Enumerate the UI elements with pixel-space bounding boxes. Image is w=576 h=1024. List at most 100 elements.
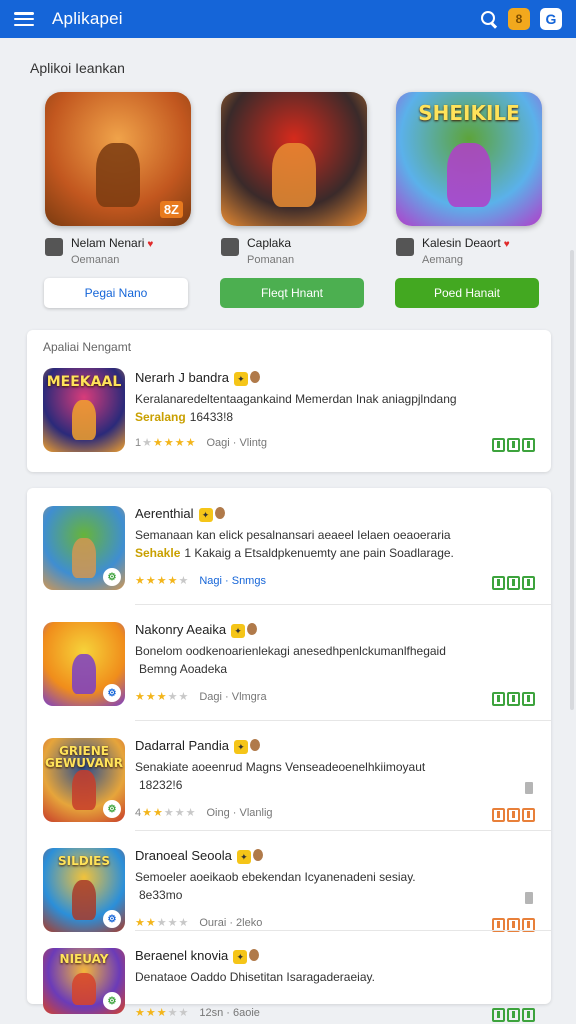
app-description-sub: 18232!6: [139, 778, 183, 792]
recommended-card: Apaliai Nengamt MEEKAAL Nerarh J bandra ✦…: [27, 330, 551, 472]
list-item[interactable]: ⚙ Nakonry Aeaika ✦ Bonelom oodkenoarienleka…: [27, 618, 551, 714]
rating-stars: 1★★★★★: [135, 437, 197, 449]
app-icon[interactable]: ⚙: [43, 622, 125, 706]
app-title: Beraenel knovia ✦: [135, 948, 260, 964]
app-bar: Aplikapei 8 G: [0, 0, 576, 38]
badge-icon: ✦: [231, 624, 246, 638]
app-title: Aerenthial ✦: [135, 506, 225, 522]
platform-icon: ⚙: [103, 684, 121, 702]
badge-icon: [249, 949, 260, 961]
app-meta: 1★★★★★ Oagi · Vlintg: [135, 436, 267, 450]
art-figure: [71, 879, 97, 921]
featured-card[interactable]: Caplaka Pomanan: [221, 92, 371, 266]
app-icon[interactable]: GRIENE GEWUVANR ⚙: [43, 738, 125, 822]
art-title-text: SILDIES: [57, 853, 111, 868]
platform-icon: ⚙: [103, 568, 121, 586]
featured-app-name: Nelam Nenari ♥: [71, 236, 154, 250]
featured-row: 8Z Nelam Nenari ♥ Oemanan Pegai Nano Capl…: [0, 92, 576, 322]
art-figure: [447, 142, 491, 208]
list-item[interactable]: GRIENE GEWUVANR ⚙ Dadarral Pandia ✦ Senakiat…: [27, 734, 551, 830]
app-icon[interactable]: NIEUAY ⚙: [43, 948, 125, 1014]
featured-app-category: Aemang: [422, 254, 463, 266]
app-meta: ★★★★★ Nagi · Snmgs: [135, 574, 266, 588]
badge-icon: ✦: [236, 850, 251, 864]
install-icon[interactable]: [492, 808, 535, 822]
install-icon[interactable]: [492, 576, 535, 590]
platform-icon: ⚙: [103, 800, 121, 818]
rating-stars: 4★★★★★: [135, 807, 197, 819]
app-title: Nerarh J bandra ✦: [135, 370, 260, 386]
featured-app-art[interactable]: SHEIKILE: [396, 92, 542, 226]
app-description-sub: Bemng Aoadeka: [139, 662, 228, 676]
rating-stars: ★★★★★: [135, 575, 190, 587]
app-icon[interactable]: ⚙: [43, 506, 125, 590]
badge-icon: [247, 623, 258, 635]
coin-icon[interactable]: 8: [508, 8, 530, 30]
card-label: Apaliai Nengamt: [43, 340, 132, 354]
featured-meta: Caplaka Pomanan: [221, 236, 371, 266]
app-description: Semoeler aoeikaob ebekendan Icyanenadeni…: [135, 870, 416, 884]
featured-app-art[interactable]: 8Z: [45, 92, 191, 226]
list-item[interactable]: SILDIES ⚙ Dranoeal Seoola ✦ Semoeler aoeikao…: [27, 844, 551, 940]
app-description: Senakiate aoeenrud Magns Venseadeoenelhk…: [135, 760, 426, 774]
row-divider: [135, 604, 551, 605]
shop-icon[interactable]: G: [540, 8, 562, 30]
install-icon[interactable]: [492, 692, 535, 706]
badge-icon: [249, 371, 260, 383]
badge-icon: [214, 507, 225, 519]
app-title: Dadarral Pandia ✦: [135, 738, 260, 754]
app-description-sub: 8e33mo: [139, 888, 183, 902]
list-item[interactable]: NIEUAY ⚙ Beraenel knovia ✦ Denataoe Oaddo Dh…: [27, 944, 551, 1024]
platform-icon: ⚙: [103, 910, 121, 928]
rating-stars: ★★★★★: [135, 691, 190, 703]
menu-icon[interactable]: [14, 12, 34, 26]
app-meta: ★★★★★ Ourai · 2leko: [135, 916, 263, 930]
top-actions: 8 G: [480, 8, 562, 30]
rating-stars: ★★★★★: [135, 1007, 190, 1019]
art-figure: [272, 142, 316, 208]
list-item[interactable]: MEEKAAL Nerarh J bandra ✦ Keralanaredelte…: [27, 368, 551, 464]
art-title-text: GRIENE GEWUVANR: [44, 743, 124, 771]
download-icon[interactable]: [525, 892, 533, 904]
app-description: Semanaan kan elick pesalnansari aeaeel I…: [135, 528, 451, 542]
list-item[interactable]: ⚙ Aerenthial ✦ Semanaan kan elick pesalnans…: [27, 502, 551, 598]
app-description-sub: Sehakle 1 Kakaig a Etsaldpkenuemty ane pa…: [135, 546, 454, 560]
featured-install-button[interactable]: Poed Hanait: [395, 278, 539, 308]
badge-icon: [249, 739, 260, 751]
search-icon[interactable]: [480, 10, 498, 28]
app-description: Keralanaredeltentaagankaind Memerdan Ina…: [135, 392, 457, 406]
app-description: Denataoe Oaddo Dhisetitan Isaragaderaeia…: [135, 970, 375, 984]
row-divider: [135, 720, 551, 721]
app-meta: ★★★★★ Dagi · Vlmgra: [135, 690, 267, 704]
art-title-text: NIEUAY: [59, 952, 109, 967]
featured-install-button[interactable]: Fleqt Hnant: [220, 278, 364, 308]
badge-icon: ✦: [233, 372, 248, 386]
art-figure: [71, 769, 97, 811]
app-icon[interactable]: SILDIES ⚙: [43, 848, 125, 932]
featured-app-art[interactable]: [221, 92, 367, 226]
install-icon[interactable]: [492, 1008, 535, 1022]
developer-icon: [221, 238, 239, 256]
platform-icon: ⚙: [103, 992, 121, 1010]
app-icon[interactable]: MEEKAAL: [43, 368, 125, 452]
featured-meta: Kalesin Deaort ♥ Aemang: [396, 236, 546, 266]
app-title: Dranoeal Seoola ✦: [135, 848, 263, 864]
featured-meta: Nelam Nenari ♥ Oemanan: [45, 236, 195, 266]
featured-app-name: Caplaka: [247, 236, 292, 250]
rating-stars: ★★★★★: [135, 917, 190, 929]
scrollbar[interactable]: [570, 250, 574, 710]
art-badge: 8Z: [159, 201, 183, 218]
download-icon[interactable]: [525, 782, 533, 794]
featured-install-button[interactable]: Pegai Nano: [44, 278, 188, 308]
featured-app-name: Kalesin Deaort ♥: [422, 236, 510, 250]
featured-app-category: Pomanan: [247, 254, 295, 266]
badge-icon: ✦: [233, 950, 248, 964]
featured-card[interactable]: 8Z Nelam Nenari ♥ Oemanan: [45, 92, 195, 266]
art-figure: [71, 653, 97, 695]
developer-icon: [45, 238, 63, 256]
install-icon[interactable]: [492, 438, 535, 452]
app-meta: ★★★★★ 12sn · 6aoie: [135, 1006, 260, 1020]
app-description: Bonelom oodkenoarienlekagi anesedhpenlck…: [135, 644, 446, 658]
featured-card[interactable]: SHEIKILE Kalesin Deaort ♥ Aemang: [396, 92, 546, 266]
heart-icon: ♥: [503, 239, 510, 250]
